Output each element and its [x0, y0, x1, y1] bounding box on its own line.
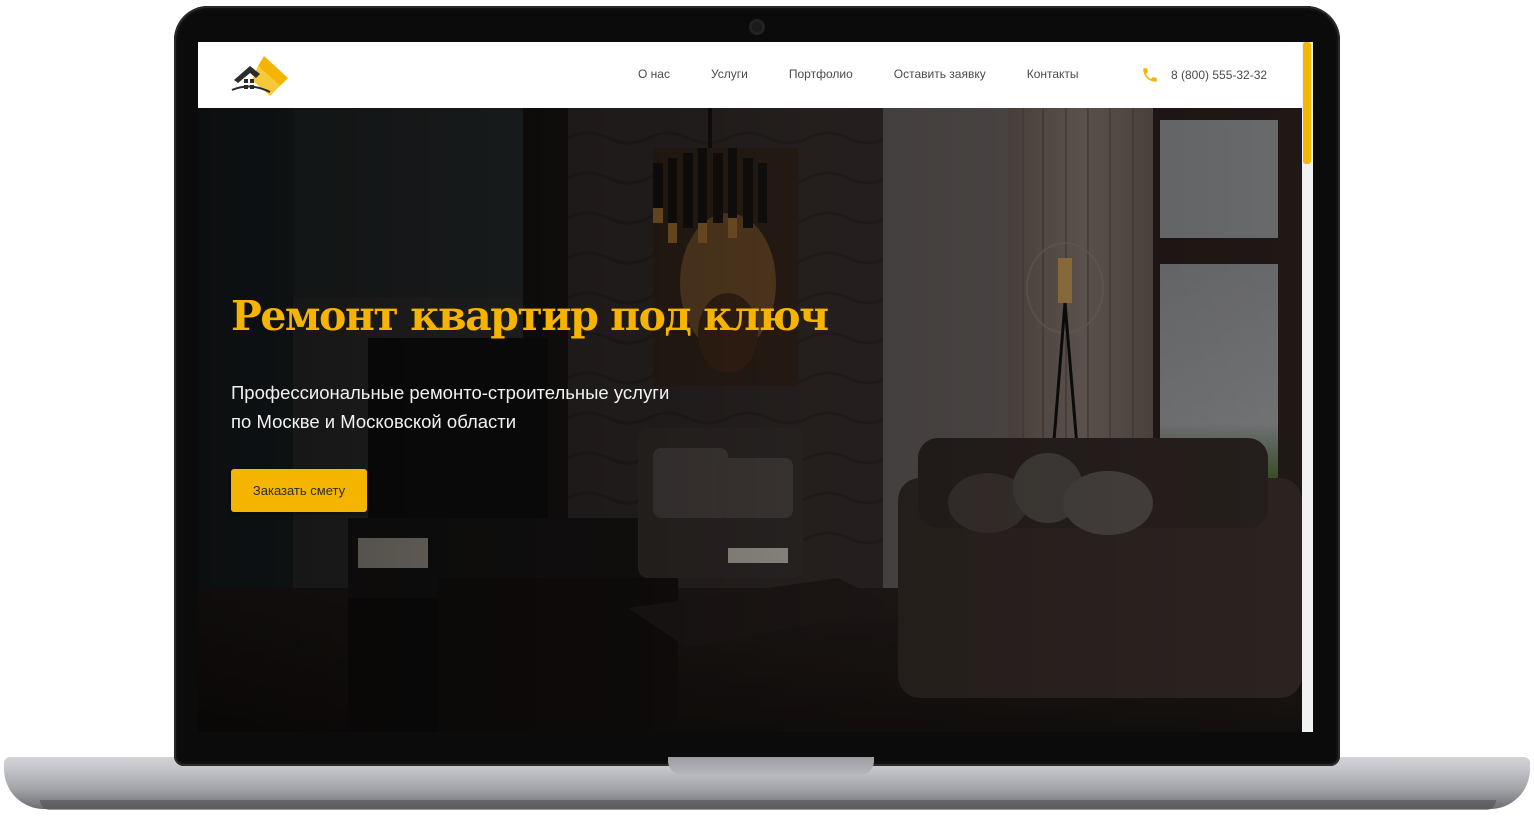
hero-subtitle: Профессиональные ремонто-строительные ус… [231, 378, 771, 436]
nav-item-about[interactable]: О нас [638, 67, 670, 81]
hero-subtitle-line-2: по Москве и Московской области [231, 411, 517, 432]
house-roof-logo-icon[interactable] [230, 52, 290, 98]
page-scrollbar[interactable] [1302, 42, 1313, 732]
nav-item-contacts[interactable]: Контакты [1027, 67, 1079, 81]
hero-subtitle-line-1: Профессиональные ремонто-строительные ус… [231, 382, 670, 403]
order-estimate-button[interactable]: Заказать смету [231, 469, 367, 512]
browser-screen: Ремонт квартир под ключ Профессиональные… [198, 42, 1313, 732]
site-header: О нас Услуги Портфолио Оставить заявку К… [198, 42, 1302, 108]
main-nav: О нас Услуги Портфолио Оставить заявку К… [638, 67, 1120, 81]
laptop-hinge-notch [668, 757, 874, 775]
hero-title: Ремонт квартир под ключ [231, 292, 829, 340]
nav-item-services[interactable]: Услуги [711, 67, 748, 81]
phone-icon [1143, 68, 1157, 82]
scrollbar-thumb[interactable] [1303, 42, 1311, 164]
laptop-mockup: Ремонт квартир под ключ Профессиональные… [0, 0, 1534, 818]
hero-section: Ремонт квартир под ключ Профессиональные… [198, 108, 1302, 732]
nav-item-portfolio[interactable]: Портфолио [789, 67, 853, 81]
camera-icon [749, 19, 765, 35]
phone-number[interactable]: 8 (800) 555-32-32 [1171, 68, 1267, 82]
phone-contact[interactable]: 8 (800) 555-32-32 [1141, 66, 1267, 84]
laptop-base-edge [40, 800, 1496, 810]
nav-item-request[interactable]: Оставить заявку [894, 67, 986, 81]
